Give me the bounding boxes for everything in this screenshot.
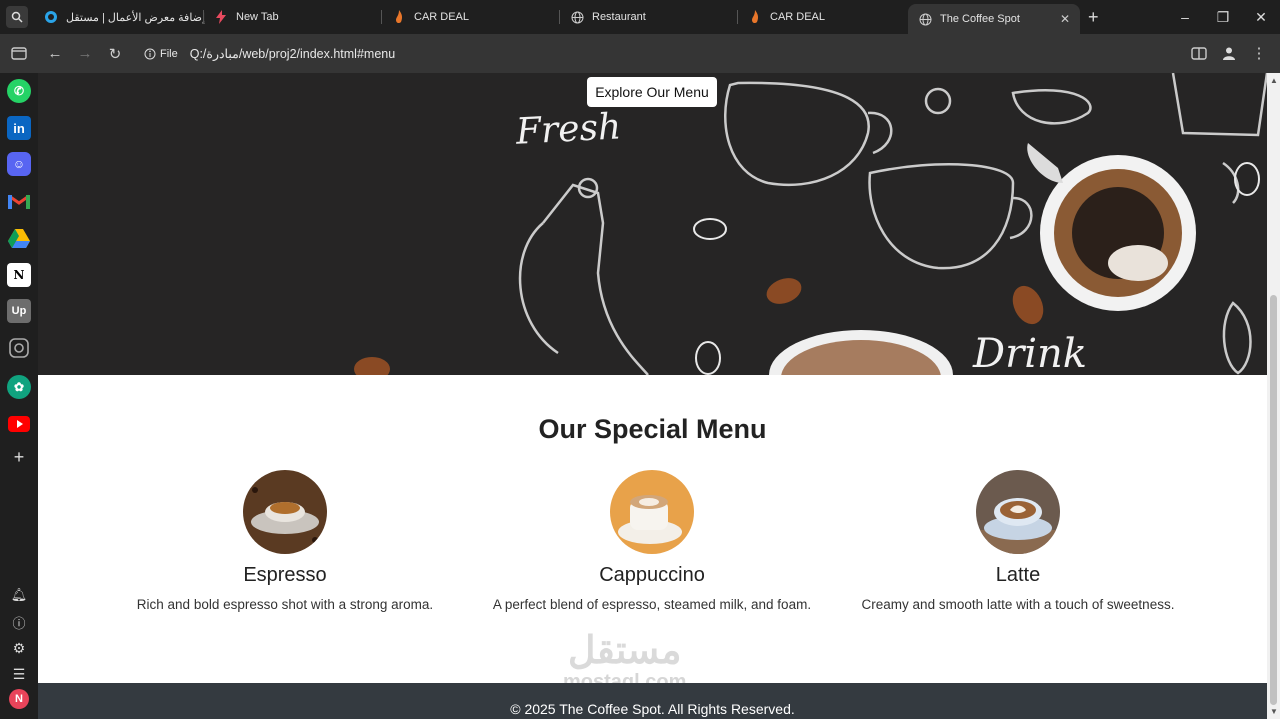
tab-title: New Tab: [236, 11, 279, 23]
globe-favicon-icon: [918, 12, 932, 26]
discord-icon[interactable]: ☺: [7, 152, 31, 176]
footer-text: © 2025 The Coffee Spot. All Rights Reser…: [510, 701, 795, 717]
url-text: Q:/مبادرة/web/proj2/index.html#menu: [189, 47, 396, 61]
reload-icon[interactable]: ↻: [100, 39, 130, 69]
menu-item-description: Rich and bold espresso shot with a stron…: [136, 597, 434, 612]
google-drive-icon[interactable]: [7, 226, 31, 250]
tab-new-tab[interactable]: New Tab: [204, 0, 382, 34]
back-icon[interactable]: ←: [40, 39, 70, 69]
tab-mostaql[interactable]: إضافة معرض الأعمال | مستقل: [34, 0, 206, 34]
settings-icon[interactable]: ⚙: [7, 636, 31, 660]
add-app-icon[interactable]: +: [7, 445, 31, 469]
tab-car-deal-2[interactable]: CAR DEAL: [738, 0, 908, 34]
scroll-up-icon[interactable]: ▲: [1270, 76, 1278, 85]
latte-image: [976, 470, 1060, 554]
hero-section: Fresh Drink Explore Our Menu: [38, 73, 1267, 375]
forward-icon[interactable]: →: [70, 39, 100, 69]
browser-sidebar: ✆ in ☺ N Up ✿ + 🔔︎ ⓘ ⚙ ☰ N: [0, 73, 38, 719]
address-bar[interactable]: File Q:/مبادرة/web/proj2/index.html#menu: [144, 46, 395, 61]
page-footer: © 2025 The Coffee Spot. All Rights Reser…: [38, 683, 1267, 719]
espresso-image: [243, 470, 327, 554]
watermark-arabic: مستقل: [567, 630, 682, 672]
profile-icon[interactable]: [1214, 38, 1244, 68]
bell-icon[interactable]: 🔔︎: [7, 583, 31, 607]
info-icon: [144, 48, 156, 59]
flame-favicon-icon: [392, 10, 406, 24]
close-window-icon[interactable]: ✕: [1242, 9, 1280, 26]
split-view-icon[interactable]: [1184, 38, 1214, 68]
tab-car-deal[interactable]: CAR DEAL: [382, 0, 560, 34]
tab-coffee-spot[interactable]: The Coffee Spot ✕: [908, 4, 1080, 34]
tab-strip: إضافة معرض الأعمال | مستقل New Tab CAR D…: [0, 0, 1280, 34]
url-scheme-label: File: [160, 47, 178, 60]
tab-title: CAR DEAL: [414, 11, 470, 23]
bolt-favicon-icon: [214, 10, 228, 24]
tab-search-icon[interactable]: [6, 6, 28, 28]
menu-item-description: A perfect blend of espresso, steamed mil…: [492, 597, 812, 612]
tab-title: Restaurant: [592, 11, 646, 23]
tab-title: إضافة معرض الأعمال | مستقل: [66, 11, 206, 24]
help-icon[interactable]: ⓘ: [7, 610, 31, 634]
explore-menu-button[interactable]: Explore Our Menu: [587, 77, 717, 107]
restore-icon[interactable]: ❐: [1204, 9, 1242, 26]
new-tab-icon[interactable]: +: [1088, 7, 1099, 28]
tab-restaurant[interactable]: Restaurant: [560, 0, 738, 34]
menu-item-name: Latte: [995, 564, 1041, 586]
menu-item-cappuccino: Cappuccino A perfect blend of espresso, …: [472, 470, 832, 612]
menu-item-name: Cappuccino: [599, 564, 705, 586]
tab-title: CAR DEAL: [770, 11, 826, 23]
instagram-icon[interactable]: [7, 336, 31, 360]
whatsapp-icon[interactable]: ✆: [7, 79, 31, 103]
minimize-icon[interactable]: –: [1166, 9, 1204, 25]
scroll-down-icon[interactable]: ▼: [1270, 707, 1278, 716]
upwork-icon[interactable]: Up: [7, 299, 31, 323]
coffee-sketch-illustration: [354, 73, 1267, 375]
tab-title: The Coffee Spot: [940, 13, 1020, 25]
menu-item-description: Creamy and smooth latte with a touch of …: [861, 597, 1175, 612]
page-scrollbar[interactable]: ▲ ▼: [1267, 73, 1280, 719]
window-controls: – ❐ ✕: [1166, 0, 1280, 34]
menu-item-latte: Latte Creamy and smooth latte with a tou…: [838, 470, 1198, 612]
notion-icon[interactable]: N: [7, 263, 31, 287]
flame-favicon-icon: [748, 10, 762, 24]
mostaql-favicon-icon: [44, 10, 58, 24]
youtube-icon[interactable]: [7, 412, 31, 436]
sidebar-toggle-icon[interactable]: [4, 39, 34, 69]
linkedin-icon[interactable]: in: [7, 116, 31, 140]
web-page: Fresh Drink Explore Our Menu Our Special…: [38, 73, 1267, 719]
avatar[interactable]: N: [9, 689, 29, 709]
hero-art-text: Drink: [973, 331, 1087, 375]
reading-list-icon[interactable]: ☰: [7, 662, 31, 686]
menu-section-title: Our Special Menu: [538, 414, 767, 444]
scrollbar-thumb[interactable]: [1270, 295, 1277, 705]
chatgpt-icon[interactable]: ✿: [7, 375, 31, 399]
hero-art-text: Fresh: [514, 106, 623, 153]
cappuccino-image: [610, 470, 694, 554]
menu-item-name: Espresso: [243, 564, 327, 586]
site-info-chip[interactable]: File: [144, 48, 178, 60]
gmail-icon[interactable]: [7, 189, 31, 213]
close-tab-icon[interactable]: ✕: [1060, 12, 1070, 26]
globe-favicon-icon: [570, 10, 584, 24]
browser-toolbar: ← → ↻ File Q:/مبادرة/web/proj2/index.htm…: [0, 34, 1280, 73]
menu-item-espresso: Espresso Rich and bold espresso shot wit…: [105, 470, 465, 612]
menu-kebab-icon[interactable]: ⋮: [1244, 38, 1274, 68]
